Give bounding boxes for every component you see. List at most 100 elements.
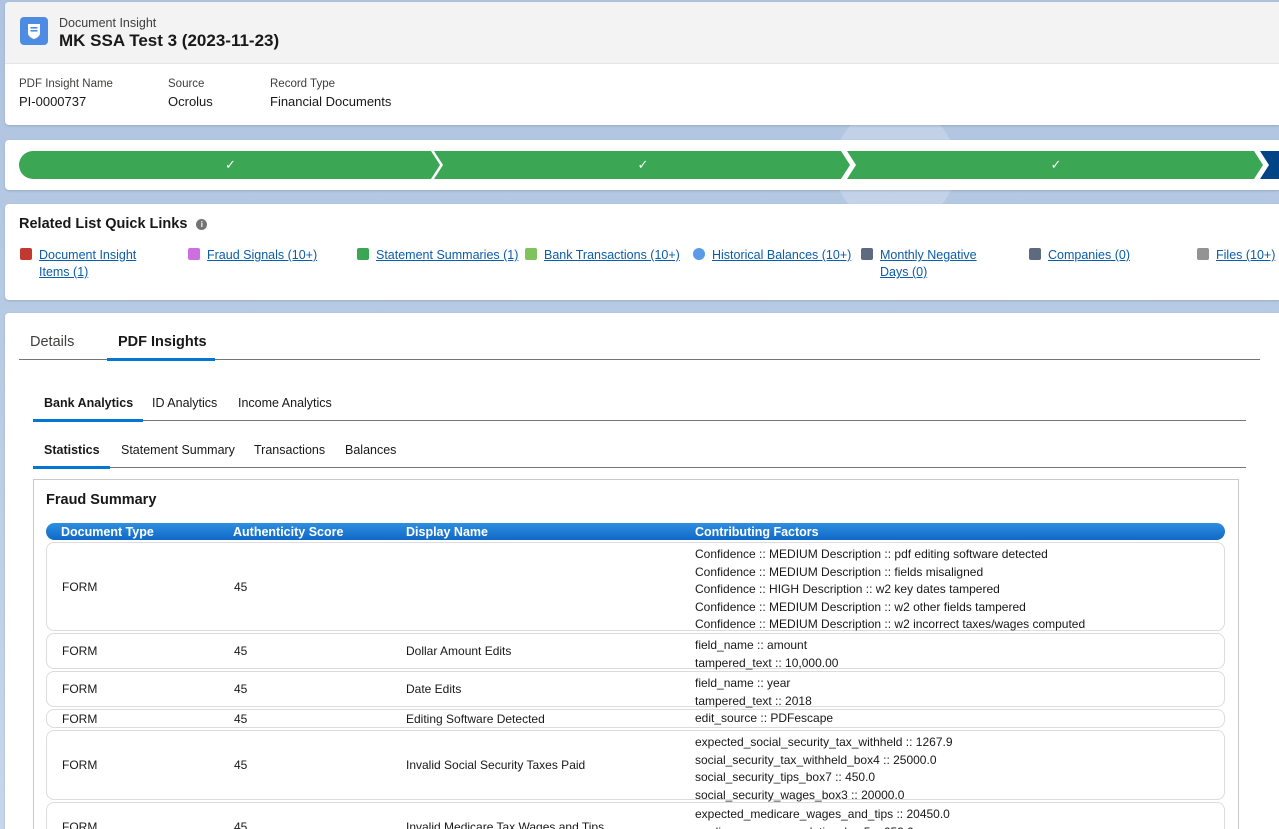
active-tab-indicator [33,419,143,422]
tab-transactions[interactable]: Transactions [254,443,325,457]
main-content-card: Details PDF Insights Bank Analytics ID A… [5,313,1279,829]
contributing-factor: edit_source :: PDFescape [695,711,834,725]
table-row: FORM 45 Confidence :: MEDIUM Description :… [46,542,1225,631]
cell-display-name: Date Edits [406,682,462,696]
contributing-factor: field_name :: amount [695,638,808,652]
historical-balances-icon [693,248,705,260]
quick-link-historical-balances[interactable]: Historical Balances (10+) [693,247,851,264]
contributing-factor: expected_medicare_wages_and_tips :: 2045… [695,807,950,821]
column-header-authenticity-score[interactable]: Authenticity Score [233,525,343,539]
highlight-field-source: Source Ocrolus [168,78,213,109]
info-icon[interactable]: i [196,218,208,230]
tab-details[interactable]: Details [30,334,74,350]
cell-display-name: Dollar Amount Edits [406,644,512,658]
quick-link-document-insight-items[interactable]: Document Insight Items (1) [20,247,136,281]
contributing-factor: Confidence :: MEDIUM Description :: fiel… [695,564,984,579]
tab-balances[interactable]: Balances [345,443,396,457]
table-row: FORM 45 Invalid Medicare Tax Wages and Tip… [46,802,1225,829]
path-stage-3[interactable]: ✓ [847,151,1265,179]
path-stage-2[interactable]: ✓ [434,151,852,179]
column-header-document-type[interactable]: Document Type [61,525,154,539]
cell-document-type: FORM [62,712,98,726]
tab-income-analytics[interactable]: Income Analytics [238,396,332,410]
cell-authenticity-score: 45 [234,580,248,594]
contributing-factor: Confidence :: MEDIUM Description :: w2 i… [695,617,1086,631]
record-header: Document Insight MK SSA Test 3 (2023-11-… [5,2,1279,125]
field-value: PI-0000737 [19,94,87,109]
record-header-top: Document Insight MK SSA Test 3 (2023-11-… [5,2,1279,64]
main-tabset: Details PDF Insights [19,327,1260,361]
contributing-factor: Confidence :: HIGH Description :: w2 key… [695,582,1000,596]
link-line: Items (1) [39,265,89,279]
related-list-quick-links: Related List Quick Links i Document Insig… [5,204,1279,300]
contributing-factor: expected_social_security_tax_withheld ::… [695,735,953,749]
cell-display-name: Invalid Social Security Taxes Paid [406,758,586,772]
bank-analytics-tabset: Statistics Statement Summary Transaction… [33,438,1246,469]
quick-link-label[interactable]: Monthly Negative Days (0) [880,247,977,281]
tab-bank-analytics[interactable]: Bank Analytics [44,396,133,410]
cell-document-type: FORM [62,580,98,594]
quick-link-label[interactable]: Historical Balances (10+) [712,247,851,264]
contributing-factor: tampered_text :: 10,000.00 [695,655,839,670]
quick-link-label[interactable]: Bank Transactions (10+) [544,247,680,264]
quick-link-label[interactable]: Document Insight Items (1) [39,247,136,281]
path-card: ✓ ✓ ✓ [5,140,1279,190]
tab-statement-summary[interactable]: Statement Summary [121,443,235,457]
quick-link-bank-transactions[interactable]: Bank Transactions (10+) [525,247,680,264]
document-insight-icon [20,17,48,45]
check-icon: ✓ [1050,157,1062,172]
quick-link-label[interactable]: Companies (0) [1048,247,1130,264]
column-header-contributing-factors[interactable]: Contributing Factors [695,525,819,539]
tab-id-analytics[interactable]: ID Analytics [152,396,217,410]
contributing-factor: medicare_wages_and_tips_box5 :: 652.0 [695,824,950,829]
fraud-table-header: Document Type Authenticity Score Display… [46,523,1225,540]
field-value: Financial Documents [270,94,392,109]
field-label: Record Type [270,78,335,90]
quick-link-label[interactable]: Fraud Signals (10+) [207,247,317,264]
cell-contributing-factors: field_name :: amounttampered_text :: 10,… [695,637,838,672]
cell-authenticity-score: 45 [234,758,248,772]
cell-authenticity-score: 45 [234,820,248,829]
quick-link-label[interactable]: Files (10+) [1216,247,1275,264]
contributing-factor: tampered_text :: 2018 [695,693,812,708]
object-type-label: Document Insight [59,16,157,30]
analytics-tabset: Bank Analytics ID Analytics Income Analy… [33,391,1246,422]
quick-link-files[interactable]: Files (10+) [1197,247,1275,264]
path-stage-1[interactable]: ✓ [19,151,442,179]
path-stage-4[interactable] [1260,151,1279,179]
contributing-factor: social_security_tips_box7 :: 450.0 [695,770,876,784]
contributing-factor: Confidence :: MEDIUM Description :: w2 o… [695,599,1026,614]
tab-statistics[interactable]: Statistics [44,443,100,457]
active-tab-indicator [107,358,215,361]
contributing-factor: field_name :: year [695,676,791,690]
check-icon: ✓ [225,157,236,172]
document-insight-items-icon [20,248,32,260]
link-line: Monthly Negative [880,248,977,262]
table-row: FORM 45 Invalid Social Security Taxes Paid… [46,730,1225,802]
cell-contributing-factors: Confidence :: MEDIUM Description :: pdf … [695,546,1085,634]
cell-document-type: FORM [62,758,98,772]
quick-links-title: Related List Quick Links i [19,216,208,232]
quick-link-statement-summaries[interactable]: Statement Summaries (1) [357,247,518,264]
tab-pdf-insights[interactable]: PDF Insights [118,334,207,350]
quick-link-monthly-negative-days[interactable]: Monthly Negative Days (0) [861,247,977,281]
contributing-factor: social_security_tax_withheld_box4 :: 250… [695,752,937,767]
quick-link-companies[interactable]: Companies (0) [1029,247,1130,264]
fraud-summary-title: Fraud Summary [46,492,157,508]
record-title: MK SSA Test 3 (2023-11-23) [59,31,280,50]
fraud-summary-panel: Fraud Summary Document Type Authenticity… [33,479,1239,829]
quick-link-fraud-signals[interactable]: Fraud Signals (10+) [188,247,317,264]
link-line: Document Insight [39,248,137,262]
highlight-field-record-type: Record Type Financial Documents [270,78,391,109]
cell-contributing-factors: edit_source :: PDFescape [695,710,833,728]
files-icon [1197,248,1209,260]
table-row: FORM 45 Editing Software Detected edit_sour… [46,709,1225,728]
quick-link-label[interactable]: Statement Summaries (1) [376,247,518,264]
column-header-display-name[interactable]: Display Name [406,525,488,539]
cell-authenticity-score: 45 [234,682,248,696]
field-value: Ocrolus [168,94,213,109]
monthly-negative-days-icon [861,248,873,260]
cell-document-type: FORM [62,682,98,696]
contributing-factor: Confidence :: MEDIUM Description :: pdf … [695,547,1048,561]
cell-document-type: FORM [62,820,98,829]
